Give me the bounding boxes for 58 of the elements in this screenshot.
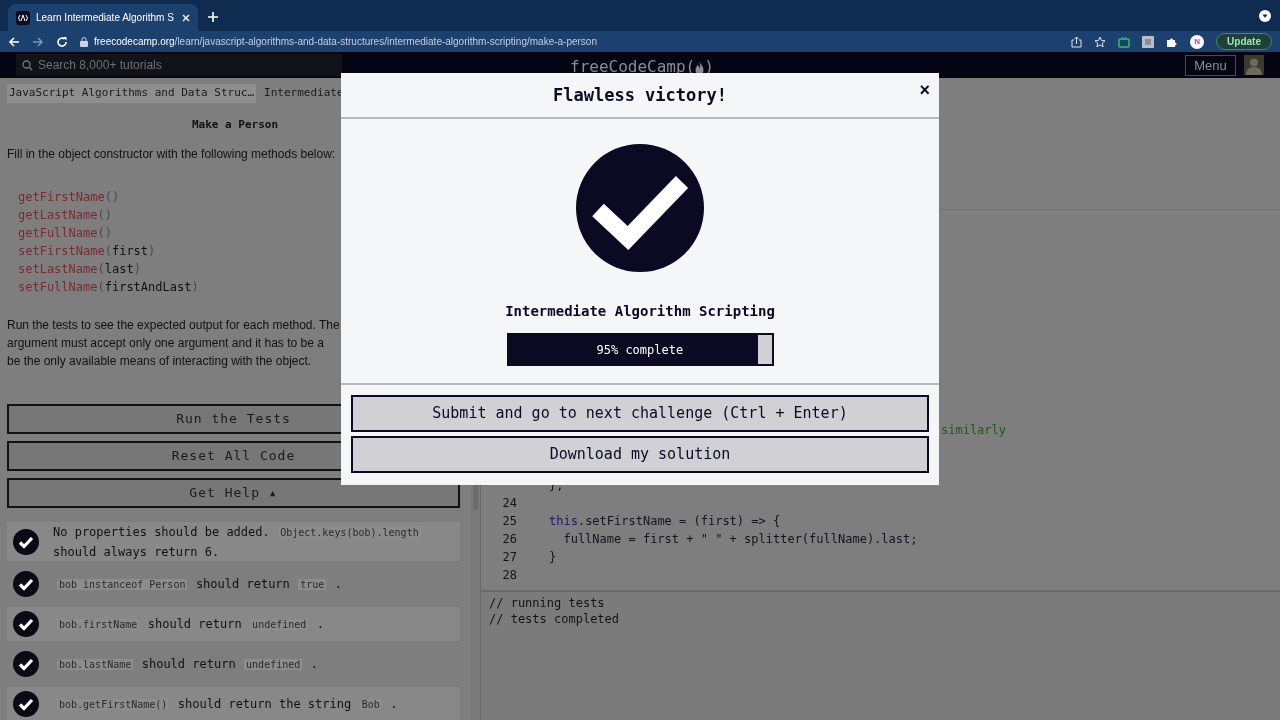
test-description: bob.firstName should return undefined . (56, 616, 325, 633)
instruction-line: be the only available means of interacting with the object. (7, 353, 312, 370)
star-icon[interactable] (1094, 35, 1107, 48)
update-button[interactable]: Update (1216, 33, 1272, 50)
console-line: // tests completed (489, 611, 620, 627)
method-name: setFullName(firstAndLast) (18, 279, 199, 296)
share-icon[interactable] (1071, 35, 1083, 48)
tv-icon[interactable] (1118, 35, 1131, 48)
challenge-title: Make a Person (192, 116, 279, 133)
profile-avatar[interactable]: N (1190, 34, 1205, 49)
flame-icon (695, 60, 705, 74)
new-tab-icon[interactable] (208, 12, 218, 22)
code-line: } (549, 549, 557, 566)
url-text[interactable]: freecodecamp.org/learn/javascript-algorithms-and-data-structures/intermediate-algorithm-scripting/make-a-person (94, 34, 597, 49)
search-icon (22, 60, 33, 71)
instruction-line: Run the tests to see the expected output for each method. The (7, 317, 340, 334)
line-number: 28 (501, 567, 517, 584)
code-line: fullName = first + " " + splitter(fullName).last; (562, 531, 918, 548)
menu-button[interactable]: Menu (1185, 54, 1236, 76)
progress-label: 95% complete (596, 342, 684, 359)
line-number: 26 (501, 531, 517, 548)
code-line: this.setFirstName = (first) => { (549, 513, 781, 530)
favicon-icon (16, 10, 30, 25)
tab-list-icon[interactable] (1259, 10, 1271, 22)
line-number: 25 (501, 513, 517, 530)
search-field[interactable]: Search 8,000+ tutorials (16, 54, 342, 76)
reload-icon[interactable] (56, 35, 68, 48)
check-icon (576, 144, 704, 272)
test-description: bob instanceof Person should return true . (56, 576, 344, 593)
test-description: bob.lastName should return undefined . (56, 656, 319, 673)
test-description: No properties should be added. Object.keys(bob).length should always return 6. (53, 524, 422, 561)
extension-tile-icon[interactable] (1142, 35, 1155, 48)
forward-icon[interactable] (32, 35, 44, 48)
method-name: getFirstName() (18, 189, 120, 206)
method-name: setLastName(last) (18, 261, 141, 278)
tab-title: Learn Intermediate Algorithm S (36, 11, 174, 25)
method-name: setFirstName(first) (18, 243, 156, 260)
logo-text: freeCodeCamp (570, 56, 686, 78)
line-number: 24 (501, 495, 517, 512)
lock-icon (80, 36, 88, 47)
breadcrumb-link[interactable]: JavaScript Algorithms and Data Struc… (7, 84, 257, 103)
instruction-line: argument must accept only one argument and it has to be a (7, 335, 324, 352)
code-comment: similarly (941, 422, 1007, 439)
method-name: getLastName() (18, 207, 112, 224)
console-line: // running tests (489, 595, 605, 611)
modal-title: Flawless victory! (553, 83, 727, 107)
intro-text: Fill in the object constructor with the following methods below: (7, 146, 336, 163)
browser-tab[interactable]: Learn Intermediate Algorithm S (8, 4, 198, 31)
close-icon[interactable] (182, 13, 190, 22)
block-title: Intermediate Algorithm Scripting (505, 302, 775, 321)
close-button[interactable]: × (919, 81, 930, 99)
back-icon[interactable] (8, 35, 20, 48)
test-description: bob.getFirstName() should return the string Bob . (56, 696, 399, 713)
submit-button[interactable]: Submit and go to next challenge (Ctrl + Enter) (351, 395, 929, 432)
method-name: getFullName() (18, 225, 112, 242)
download-button[interactable]: Download my solution (351, 436, 929, 473)
line-number: 27 (501, 549, 517, 566)
help-button[interactable]: Get Help ▴ (7, 478, 460, 508)
